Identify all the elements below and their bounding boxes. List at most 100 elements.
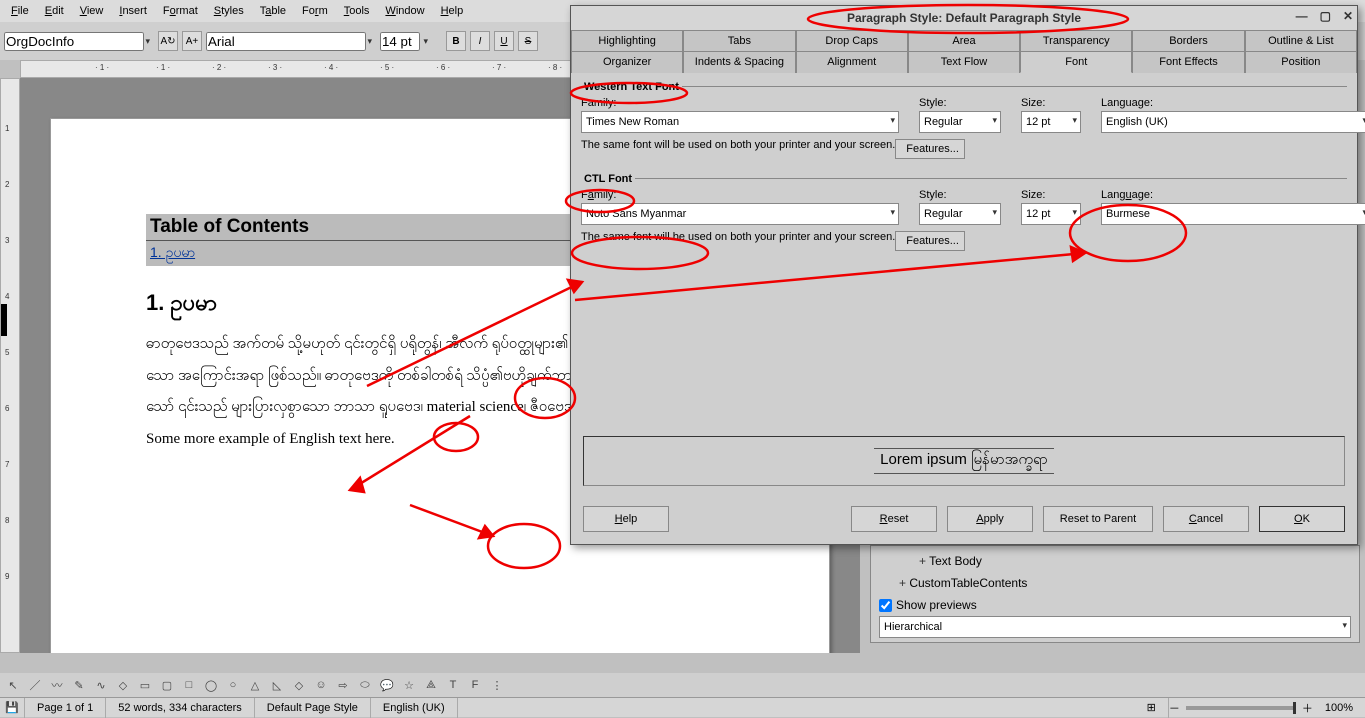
apply-button[interactable]: Apply [947,506,1033,532]
menu-help[interactable]: Help [434,2,471,20]
polygon-icon[interactable]: ◇ [114,676,132,694]
minimize-icon[interactable]: — [1296,9,1308,23]
menu-styles[interactable]: Styles [207,2,251,20]
tab-font-effects[interactable]: Font Effects [1132,51,1244,73]
tab-font[interactable]: Font [1020,51,1132,73]
reset-parent-button[interactable]: Reset to Parent [1043,506,1153,532]
freeform-icon[interactable]: ✎ [70,676,88,694]
tab-position[interactable]: Position [1245,51,1357,73]
cancel-button[interactable]: Cancel [1163,506,1249,532]
flowchart-icon[interactable]: ⬭ [356,676,374,694]
callout-icon[interactable]: 💬 [378,676,396,694]
menu-window[interactable]: Window [378,2,431,20]
show-previews-checkbox[interactable] [879,599,892,612]
strike-button[interactable]: S [518,31,538,51]
curve-icon[interactable]: 〰 [48,676,66,694]
curve2-icon[interactable]: ∿ [92,676,110,694]
zoom-slider[interactable] [1186,706,1296,710]
arrow-icon[interactable]: ⇨ [334,676,352,694]
paragraph-style-select[interactable] [4,32,144,51]
ok-button[interactable]: OK [1259,506,1345,532]
smiley-icon[interactable]: ☺ [312,676,330,694]
font-size-select[interactable] [380,32,420,51]
tab-highlighting[interactable]: Highlighting [571,30,683,51]
tab-borders[interactable]: Borders [1132,30,1244,51]
menu-table[interactable]: Table [253,2,293,20]
zoom-value[interactable]: 100% [1313,698,1365,718]
page-style-status[interactable]: Default Page Style [255,698,371,718]
style-item-custom[interactable]: CustomTableContents [879,572,1351,594]
bold-button[interactable]: B [446,31,466,51]
font-name-select[interactable] [206,32,366,51]
menu-edit[interactable]: Edit [38,2,71,20]
ruler-mark-icon [1,304,7,336]
c-features-button[interactable]: Features... [895,231,965,251]
menu-insert[interactable]: Insert [112,2,154,20]
zoom-in-icon[interactable]: ＋ [1302,700,1313,716]
w-hint: The same font will be used on both your … [581,139,895,159]
style-item-textbody[interactable]: Text Body [879,550,1351,572]
w-family-input[interactable] [581,111,899,133]
tab-tabs[interactable]: Tabs [683,30,795,51]
tab-organizer[interactable]: Organizer [571,51,683,73]
c-family-input[interactable] [581,203,899,225]
tab-drop-caps[interactable]: Drop Caps [796,30,908,51]
w-size-label: Size: [1021,97,1081,109]
c-size-input[interactable] [1021,203,1081,225]
w-size-input[interactable] [1021,111,1081,133]
language-status[interactable]: English (UK) [371,698,458,718]
w-lang-input[interactable] [1101,111,1365,133]
c-hint: The same font will be used on both your … [581,231,895,251]
menu-form[interactable]: Form [295,2,335,20]
textbox-icon[interactable]: T [444,676,462,694]
rect-icon[interactable]: ▭ [136,676,154,694]
ruler-vertical[interactable]: 123456789 [0,78,20,653]
star-icon[interactable]: ☆ [400,676,418,694]
paragraph-style-dialog: Paragraph Style: Default Paragraph Style… [570,5,1358,545]
c-lang-input[interactable] [1101,203,1365,225]
tab-area[interactable]: Area [908,30,1020,51]
zoom-out-icon[interactable]: － [1169,700,1180,716]
save-status-icon[interactable]: 💾 [0,698,25,718]
dialog-tabs-top: HighlightingTabsDrop CapsAreaTransparenc… [571,30,1357,51]
menu-format[interactable]: Format [156,2,205,20]
maximize-icon[interactable]: ▢ [1320,9,1331,23]
menu-view[interactable]: View [73,2,111,20]
tab-outline-list[interactable]: Outline & List [1245,30,1357,51]
tab-indents-spacing[interactable]: Indents & Spacing [683,51,795,73]
styles-mode-select[interactable] [879,616,1351,638]
roundrect-icon[interactable]: ▢ [158,676,176,694]
circle-icon[interactable]: ○ [224,676,242,694]
line-icon[interactable]: ／ [26,676,44,694]
points-icon[interactable]: ⋮ [488,676,506,694]
diamond-icon[interactable]: ◇ [290,676,308,694]
tab-alignment[interactable]: Alignment [796,51,908,73]
c-style-input[interactable] [919,203,1001,225]
tab-text-flow[interactable]: Text Flow [908,51,1020,73]
underline-button[interactable]: U [494,31,514,51]
word-count[interactable]: 52 words, 334 characters [106,698,255,718]
reset-button[interactable]: Reset [851,506,937,532]
triangle-icon[interactable]: △ [246,676,264,694]
new-style-icon[interactable]: A+ [182,31,202,51]
ellipse-icon[interactable]: ◯ [202,676,220,694]
menu-file[interactable]: File [4,2,36,20]
page-status[interactable]: Page 1 of 1 [25,698,106,718]
w-family-label: Family: [581,97,899,109]
rtriangle-icon[interactable]: ◺ [268,676,286,694]
square-icon[interactable]: □ [180,676,198,694]
dialog-tabs-bottom: OrganizerIndents & SpacingAlignmentText … [571,51,1357,73]
pointer-icon[interactable]: ↖ [4,676,22,694]
update-style-icon[interactable]: A↻ [158,31,178,51]
w-style-input[interactable] [919,111,1001,133]
3d-icon[interactable]: ⟁ [422,676,440,694]
help-button[interactable]: Help [583,506,669,532]
menu-tools[interactable]: Tools [337,2,377,20]
w-features-button[interactable]: Features... [895,139,965,159]
c-style-label: Style: [919,189,1001,201]
close-icon[interactable]: ✕ [1343,9,1353,23]
fontwork-icon[interactable]: F [466,676,484,694]
tab-transparency[interactable]: Transparency [1020,30,1132,51]
italic-button[interactable]: I [470,31,490,51]
view-mode-icon[interactable]: ⊞ [1135,698,1169,718]
